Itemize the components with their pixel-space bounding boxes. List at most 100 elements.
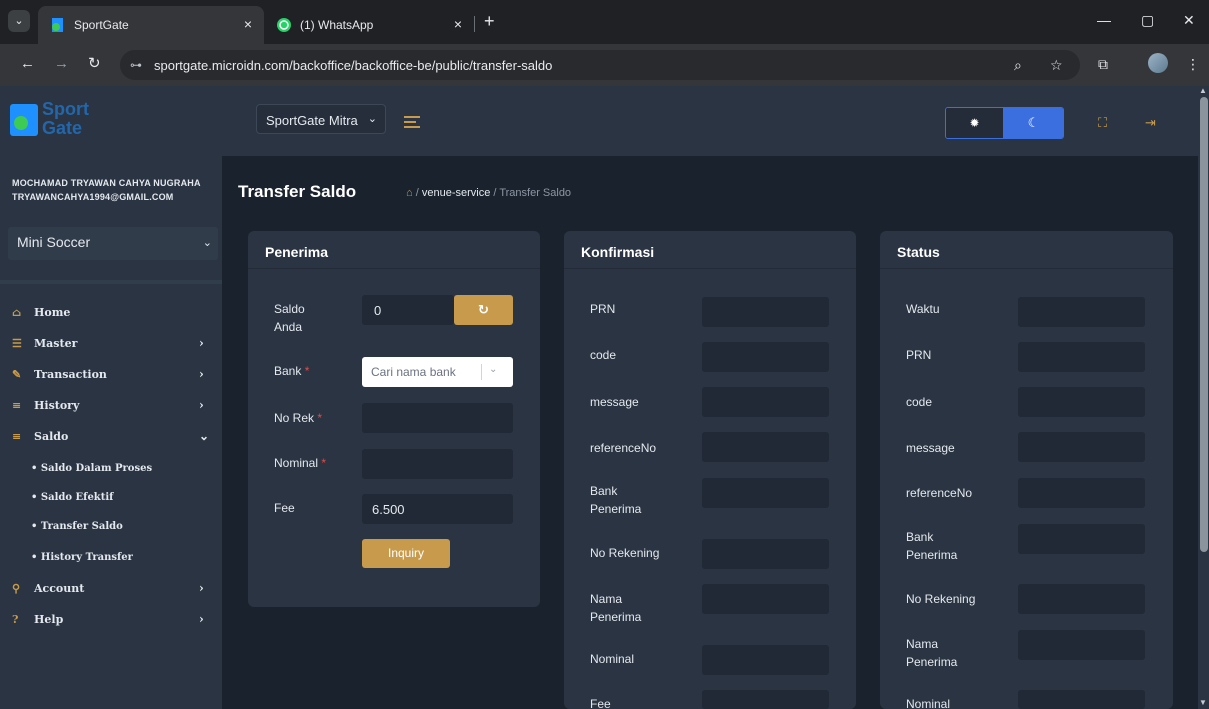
status-nominal-label: Nominal [906, 697, 951, 709]
url-text[interactable]: sportgate.microidn.com/backoffice/backof… [154, 58, 552, 73]
address-bar[interactable]: ⊶ sportgate.microidn.com/backoffice/back… [120, 50, 1080, 80]
user-name: MOCHAMAD TRYAWAN CAHYA NUGRAHA [12, 178, 201, 188]
menu-toggle-icon[interactable] [404, 116, 420, 131]
browser-menu-icon[interactable]: ⋮ [1186, 56, 1200, 73]
konfirmasi-code-label: code [590, 348, 617, 362]
scroll-up-arrow-icon[interactable]: ▲ [1199, 86, 1207, 95]
status-no-rekening-label: No Rekening [906, 592, 976, 606]
status-bank-penerima-label: Bank Penerima [906, 530, 958, 562]
sidebar-subitem-transfer-saldo[interactable]: • Transfer Saldo [31, 521, 123, 532]
konfirmasi-bank-penerima-field [702, 478, 829, 508]
breadcrumb: ⌂ / venue-service / Transfer Saldo [406, 187, 572, 199]
sidebar-item-history[interactable]: ≡ History › [0, 391, 222, 421]
bank-label: Bank * [274, 364, 310, 378]
home-icon: ⌂ [12, 306, 22, 319]
breadcrumb-link[interactable]: venue-service [422, 187, 490, 199]
tab-close-icon[interactable]: × [454, 16, 462, 32]
window-close-button[interactable]: ✕ [1183, 12, 1195, 29]
user-email: TRYAWANCAHYA1994@GMAIL.COM [12, 192, 174, 202]
extensions-icon[interactable]: ⧉ [1098, 56, 1108, 73]
sidebar-item-saldo[interactable]: ≡ Saldo ⌄ [0, 422, 222, 452]
konfirmasi-message-label: message [590, 395, 639, 409]
card-divider [248, 268, 540, 269]
key-icon: ⚲ [12, 582, 21, 595]
status-prn-field [1018, 342, 1145, 372]
bank-select-placeholder: Cari nama bank [371, 365, 456, 379]
nominal-label: Nominal * [274, 456, 327, 470]
refresh-icon: ↻ [478, 302, 489, 317]
sidebar-item-label: Home [34, 306, 71, 319]
card-title: Status [897, 244, 940, 260]
inquiry-button[interactable]: Inquiry [362, 539, 450, 568]
light-mode-button[interactable]: ✹ [946, 108, 1003, 138]
list-icon: ≡ [12, 399, 22, 412]
sidebar-item-account[interactable]: ⚲ Account › [0, 574, 222, 604]
zoom-icon[interactable]: ⌕ [1014, 57, 1022, 74]
home-icon[interactable]: ⌂ [406, 187, 413, 199]
saldo-value: 0 [374, 303, 382, 318]
sidebar: MOCHAMAD TRYAWAN CAHYA NUGRAHA TRYAWANCA… [0, 156, 222, 709]
sportgate-logo[interactable]: Sport Gate [10, 96, 115, 142]
konfirmasi-message-field [702, 387, 829, 417]
back-button[interactable]: ← [20, 56, 35, 72]
chevron-down-icon: ⌄ [202, 237, 212, 249]
profile-avatar[interactable] [1148, 53, 1168, 73]
fullscreen-icon[interactable]: ⛶ [1098, 115, 1107, 131]
konfirmasi-referenceno-field [702, 432, 829, 462]
mitra-select[interactable]: SportGate Mitra ⌄ [256, 104, 386, 134]
sport-select[interactable]: Mini Soccer ⌄ [8, 227, 218, 260]
scroll-down-arrow-icon[interactable]: ▼ [1199, 698, 1207, 707]
status-referenceno-field [1018, 478, 1145, 508]
konfirmasi-fee-label: Fee [590, 697, 611, 709]
sidebar-item-label: Help [34, 613, 64, 626]
tab-title: SportGate [74, 18, 129, 32]
sidebar-divider [0, 280, 222, 284]
tab-whatsapp[interactable]: (1) WhatsApp × [264, 6, 474, 44]
theme-toggle: ✹ ☾ [945, 107, 1064, 139]
sidebar-item-home[interactable]: ⌂ Home [0, 298, 222, 328]
dark-mode-button[interactable]: ☾ [1003, 108, 1063, 138]
sidebar-subitem-saldo-efektif[interactable]: • Saldo Efektif [31, 492, 113, 503]
sidebar-subitem-history-transfer[interactable]: • History Transfer [31, 552, 133, 563]
status-nominal-field [1018, 690, 1145, 709]
minimize-button[interactable]: — [1097, 12, 1111, 28]
status-waktu-field [1018, 297, 1145, 327]
chevron-down-icon: ⌄ [367, 113, 377, 125]
sidebar-subitem-saldo-dalam-proses[interactable]: • Saldo Dalam Proses [31, 463, 152, 474]
forward-button[interactable]: → [54, 56, 69, 72]
card-title: Penerima [265, 244, 329, 260]
scrollbar-thumb[interactable] [1200, 97, 1208, 552]
bookmark-star-icon[interactable]: ☆ [1050, 57, 1063, 74]
site-info-icon[interactable]: ⊶ [130, 58, 142, 72]
konfirmasi-code-field [702, 342, 829, 372]
norek-input[interactable] [362, 403, 513, 433]
whatsapp-favicon-icon [277, 18, 291, 32]
status-referenceno-label: referenceNo [906, 486, 973, 500]
sidebar-item-label: History [34, 399, 80, 412]
chevron-right-icon: › [199, 612, 204, 626]
edit-icon: ✎ [12, 368, 22, 381]
logout-icon[interactable]: ⇥ [1145, 115, 1156, 131]
konfirmasi-nominal-label: Nominal [590, 652, 635, 666]
nominal-input[interactable] [362, 449, 513, 479]
breadcrumb-current: Transfer Saldo [499, 187, 572, 199]
restore-button[interactable]: ▢ [1141, 12, 1154, 29]
sidebar-item-label: Account [34, 582, 85, 595]
card-divider [564, 268, 856, 269]
status-waktu-label: Waktu [906, 302, 940, 316]
sidebar-item-label: Master [34, 337, 78, 350]
sidebar-item-help[interactable]: ? Help › [0, 605, 222, 635]
tab-search-button[interactable]: ⌄ [8, 10, 30, 32]
fee-value: 6.500 [372, 502, 405, 517]
sidebar-item-transaction[interactable]: ✎ Transaction › [0, 360, 222, 390]
refresh-saldo-button[interactable]: ↻ [454, 295, 513, 325]
reload-button[interactable]: ↻ [88, 56, 101, 72]
tab-close-icon[interactable]: × [244, 16, 252, 32]
database-icon: ☰ [12, 337, 22, 350]
tab-sportgate[interactable]: SportGate × [38, 6, 264, 44]
konfirmasi-nama-penerima-label: Nama Penerima [590, 592, 642, 624]
fee-label: Fee [274, 501, 295, 515]
sidebar-item-master[interactable]: ☰ Master › [0, 329, 222, 359]
new-tab-button[interactable]: + [484, 12, 495, 30]
bank-select[interactable]: Cari nama bank ⌄ [362, 357, 513, 387]
